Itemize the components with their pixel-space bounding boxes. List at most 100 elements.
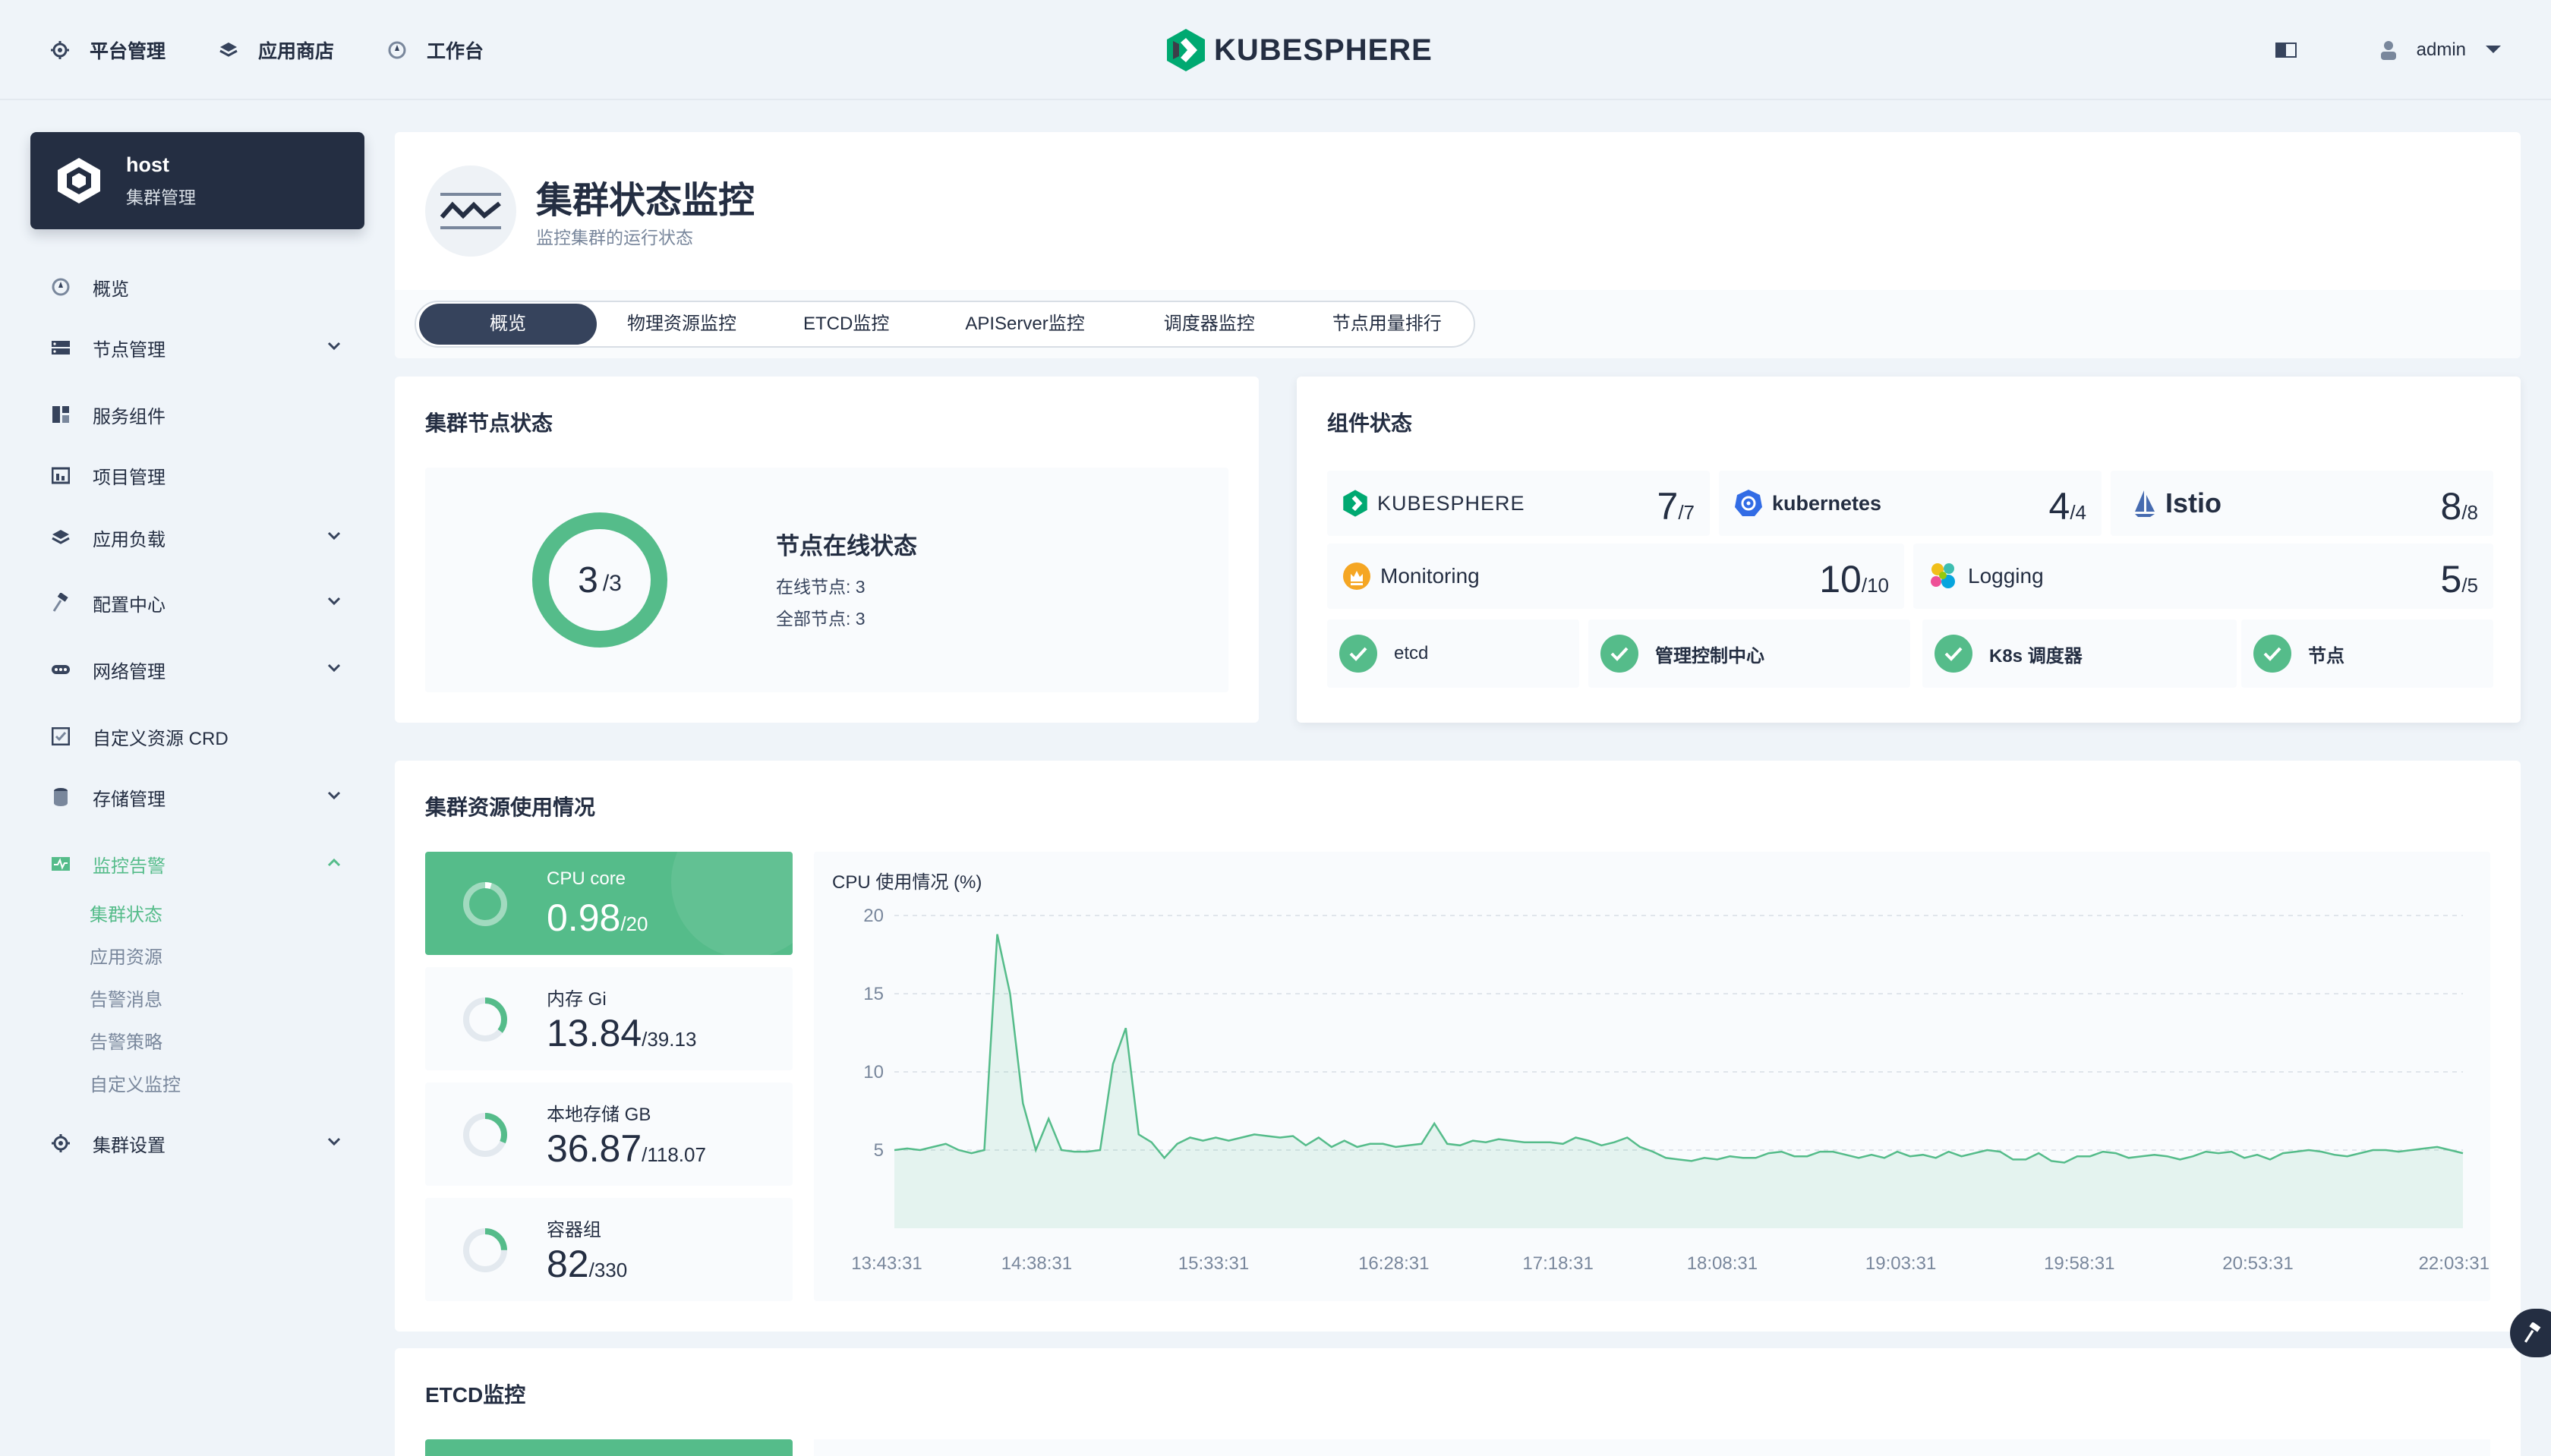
etcd-chart [814,1439,2490,1456]
check-k8s-scheduler[interactable]: K8s 调度器 [1922,619,2237,688]
nodes-total-value: 3 [609,571,622,596]
sidebar-item-workloads[interactable]: 应用负载 [30,515,364,560]
chevron-down-icon [327,531,341,540]
kubesphere-logo-icon [1167,29,1205,71]
count-total: /8 [2461,501,2478,524]
sidebar-item-cluster-settings[interactable]: 集群设置 [30,1120,364,1166]
component-kubernetes[interactable]: kubernetes 4/4 [1719,471,2102,536]
sidebar-item-projects[interactable]: 项目管理 [30,452,364,498]
resource-tile-memory[interactable]: 内存 Gi 13.84/39.13 [425,967,793,1070]
usage-ring [463,1228,507,1272]
node-online-ratio: 3 /3 [531,512,668,648]
x-tick-label: 20:53:31 [2222,1253,2293,1274]
hammer-icon [2524,1322,2541,1343]
x-tick-label: 19:03:31 [1865,1253,1936,1274]
resource-tile-storage[interactable]: 本地存储 GB 36.87/118.07 [425,1083,793,1186]
etcd-tile[interactable] [425,1439,793,1456]
x-tick-label: 22:03:31 [2419,1253,2490,1274]
network-icon [52,665,70,674]
submenu-custom-monitoring[interactable]: 自定义监控 [90,1070,181,1101]
component-monitoring[interactable]: Monitoring 10/10 [1327,544,1904,609]
resource-usage-title: 集群资源使用情况 [425,796,596,819]
count-total: /7 [1678,501,1695,524]
value-number: 36.87 [547,1127,642,1170]
online-nodes-line: 在线节点: 3 [776,577,866,597]
nodes-icon [52,341,70,355]
submenu-app-resources[interactable]: 应用资源 [90,943,162,973]
x-tick-label: 19:58:31 [2044,1253,2114,1274]
y-tick-label: 15 [863,984,884,1004]
istio-icon [2135,490,2155,517]
value-number: 0.98 [547,897,621,939]
check-icon [2253,635,2291,673]
sidebar-item-overview[interactable]: 概览 [30,264,364,310]
count-value: 8 [2440,485,2462,528]
user-menu[interactable]: admin [2380,39,2521,61]
resource-tile-cpu[interactable]: CPU core 0.98/20 [425,852,793,955]
chevron-down-icon [327,597,341,606]
tile-decoration [671,852,793,955]
nav-appstore-label: 应用商店 [258,41,335,62]
nav-appstore[interactable]: 应用商店 [219,36,334,64]
sidebar-item-label: 存储管理 [93,789,166,810]
x-tick-label: 18:08:31 [1687,1253,1758,1274]
cluster-switcher[interactable]: host 集群管理 [30,132,364,229]
monitoring-icon [1343,563,1370,590]
sidebar-item-monitoring[interactable]: 监控告警 [30,841,364,887]
kubesphere-logo[interactable]: KUBESPHERE [1165,27,1433,73]
component-name: KUBESPHERE [1377,491,1525,515]
usage-ring [463,882,507,926]
value-number: 82 [547,1243,589,1285]
sidebar-item-nodes[interactable]: 节点管理 [30,325,364,370]
tab-etcd[interactable]: ETCD监控 [767,304,925,345]
submenu-alert-messages[interactable]: 告警消息 [90,985,162,1016]
sidebar-item-label: 集群设置 [93,1135,166,1156]
check-icon [1339,635,1377,673]
tab-overview[interactable]: 概览 [419,304,597,345]
usage-ring [463,1113,507,1157]
component-kubesphere[interactable]: KUBESPHERE 7/7 [1327,471,1710,536]
monitor-icon [52,857,70,871]
tab-physical-resources[interactable]: 物理资源监控 [597,304,767,345]
component-logging[interactable]: Logging 5/5 [1913,544,2493,609]
tab-node-usage-ranking[interactable]: 节点用量排行 [1294,304,1471,345]
tab-scheduler[interactable]: 调度器监控 [1124,304,1294,345]
user-icon [2380,41,2396,60]
tab-apiserver[interactable]: APIServer监控 [925,304,1124,345]
sidebar-item-label: 配置中心 [93,594,166,616]
value-number: 13.84 [547,1012,642,1054]
sidebar-item-config[interactable]: 配置中心 [30,580,364,626]
submenu-alert-policies[interactable]: 告警策略 [90,1028,162,1058]
sidebar-item-storage[interactable]: 存储管理 [30,774,364,820]
sidebar-item-label: 网络管理 [93,661,166,682]
count-value: 5 [2440,558,2462,600]
check-etcd[interactable]: etcd [1327,619,1579,688]
gear-icon [51,41,69,59]
submenu-cluster-status[interactable]: 集群状态 [90,900,162,931]
component-istio[interactable]: Istio 8/8 [2111,471,2493,536]
toggle-theme-icon[interactable] [2275,42,2297,58]
sidebar-item-crd[interactable]: 自定义资源 CRD [30,714,364,759]
resource-label: 容器组 [547,1220,601,1240]
component-count: 10/10 [1819,557,1889,601]
x-tick-label: 17:18:31 [1522,1253,1593,1274]
nav-platform-label: 平台管理 [90,41,166,62]
cluster-subtitle: 集群管理 [126,187,196,207]
nav-platform[interactable]: 平台管理 [50,36,166,64]
monitor-wave-icon [440,193,501,229]
sidebar-item-network[interactable]: 网络管理 [30,647,364,692]
chevron-down-icon [327,1137,341,1146]
value-total: /330 [588,1259,628,1281]
kubesphere-icon [1343,490,1367,517]
count-total: /10 [1861,574,1889,597]
check-nodes[interactable]: 节点 [2241,619,2493,688]
storage-icon [54,788,68,806]
resource-tile-pods[interactable]: 容器组 82/330 [425,1198,793,1301]
logging-icon [1931,563,1955,588]
nav-workbench[interactable]: 工作台 [387,36,484,64]
y-tick-label: 5 [874,1140,884,1161]
sidebar-item-components[interactable]: 服务组件 [30,392,364,437]
value-total: /39.13 [642,1028,697,1051]
check-controller-manager[interactable]: 管理控制中心 [1588,619,1910,688]
dashboard-icon [52,278,70,296]
